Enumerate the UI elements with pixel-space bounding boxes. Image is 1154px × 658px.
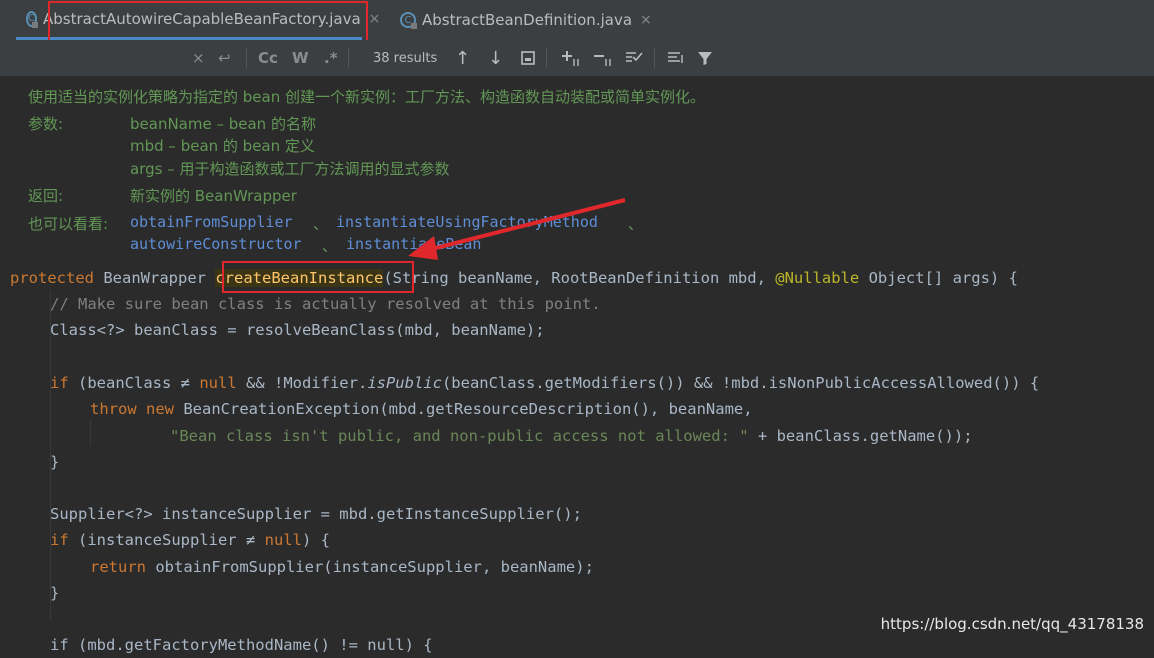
doc-see-link[interactable]: obtainFromSupplier — [130, 213, 293, 231]
close-icon[interactable]: × — [369, 11, 381, 27]
code-text: BeanCreationException(mbd.getResourceDes… — [174, 400, 753, 418]
doc-params-label: 参数: — [28, 115, 64, 133]
indent-guide — [90, 420, 91, 446]
code-line-string: "Bean class isn't public, and non-public… — [170, 423, 973, 449]
keyword: protected — [10, 269, 94, 287]
return-type: BeanWrapper — [103, 269, 206, 287]
search-results-count: 38 results — [373, 50, 438, 66]
select-all-occurrences-icon[interactable] — [520, 40, 536, 76]
doc-see-separator: 、 — [313, 215, 329, 233]
code-line: Supplier<?> instanceSupplier = mbd.getIn… — [50, 505, 582, 523]
tab-label: AbstractBeanDefinition.java — [422, 11, 633, 29]
next-occurrence-icon[interactable]: ↓ — [488, 40, 503, 76]
string-literal: "Bean class isn't public, and non-public… — [170, 427, 749, 445]
regex-button[interactable]: .* — [324, 40, 338, 76]
doc-see-link[interactable]: autowireConstructor — [130, 235, 302, 253]
keyword: throw — [90, 400, 137, 418]
find-toolbar: × ↩ Cc W .* 38 results ↑ ↓ — [0, 40, 1154, 77]
code-line-throw: throw new BeanCreationException(mbd.getR… — [90, 396, 753, 422]
doc-param: args – 用于构造函数或工厂方法调用的显式参数 — [130, 160, 450, 178]
doc-summary: 使用适当的实例化策略为指定的 bean 创建一个新实例：工厂方法、构造函数自动装… — [28, 88, 705, 106]
code-line-if: if (beanClass ≠ null && !Modifier.isPubl… — [50, 370, 1039, 396]
close-icon[interactable]: × — [640, 12, 652, 28]
params: Object[] args) { — [859, 269, 1018, 287]
code-editor[interactable]: protected BeanWrapper createBeanInstance… — [0, 262, 1154, 654]
doc-returns-label: 返回: — [28, 187, 64, 205]
tab-abstract-bean-definition[interactable]: C AbstractBeanDefinition.java × — [392, 0, 652, 40]
code-text: (beanClass.getModifiers()) && !mbd.isNon… — [441, 374, 1040, 392]
code-close-brace: } — [50, 453, 60, 471]
static-method: isPublic — [367, 374, 442, 392]
code-comment: // Make sure bean class is actually reso… — [50, 295, 601, 313]
annotation: @Nullable — [775, 269, 860, 287]
code-text: ) { — [301, 531, 330, 549]
code-text: (instanceSupplier ≠ — [68, 531, 265, 549]
code-text: + beanClass.getName()); — [748, 427, 973, 445]
divider — [246, 48, 247, 68]
doc-param: beanName – bean 的名称 — [130, 115, 316, 133]
keyword: new — [146, 400, 175, 418]
tab-highlight-box — [48, 1, 368, 45]
remove-occurrence-icon[interactable] — [592, 40, 614, 76]
class-icon: C — [26, 10, 38, 28]
method-highlight-box — [222, 261, 414, 293]
code-line: Class<?> beanClass = resolveBeanClass(mb… — [50, 321, 545, 339]
keyword: return — [90, 558, 146, 576]
code-line-if: if (instanceSupplier ≠ null) { — [50, 527, 330, 553]
keyword: null — [199, 374, 237, 392]
whole-word-button[interactable]: W — [292, 40, 309, 76]
divider — [654, 48, 655, 68]
doc-see-separator: 、 — [322, 237, 338, 255]
funnel-icon[interactable] — [697, 40, 713, 76]
keyword: if — [50, 374, 69, 392]
keyword: null — [264, 531, 302, 549]
code-close-brace: } — [50, 584, 60, 602]
code-text: && !Modifier. — [236, 374, 368, 392]
doc-see-label: 也可以看看: — [28, 215, 109, 233]
add-occurrence-icon[interactable] — [560, 40, 582, 76]
doc-param: mbd – bean 的 bean 定义 — [130, 137, 315, 155]
divider — [348, 48, 349, 68]
keyword: if — [50, 531, 69, 549]
watermark: https://blog.csdn.net/qq_43178138 — [880, 615, 1144, 633]
doc-returns: 新实例的 BeanWrapper — [130, 187, 297, 205]
editor-tab-bar: C AbstractAutowireCapableBeanFactory.jav… — [0, 0, 1154, 45]
code-text: (beanClass ≠ — [68, 374, 200, 392]
params: (String beanName, RootBeanDefinition mbd… — [383, 269, 776, 287]
previous-occurrence-icon[interactable]: ↑ — [455, 40, 470, 76]
match-case-button[interactable]: Cc — [258, 40, 278, 76]
annotation-arrow — [408, 198, 626, 260]
clear-search-icon[interactable]: × — [192, 40, 205, 76]
select-occurrence-icon[interactable] — [624, 40, 646, 76]
code-line-partial: if (mbd.getFactoryMethodName() != null) … — [50, 636, 433, 654]
code-line-return: return obtainFromSupplier(instanceSuppli… — [90, 554, 594, 580]
filter-results-icon[interactable] — [666, 40, 686, 76]
replace-icon[interactable]: ↩ — [218, 40, 231, 76]
code-text: obtainFromSupplier(instanceSupplier, bea… — [146, 558, 594, 576]
divider — [546, 48, 547, 68]
class-icon: C — [400, 12, 417, 29]
